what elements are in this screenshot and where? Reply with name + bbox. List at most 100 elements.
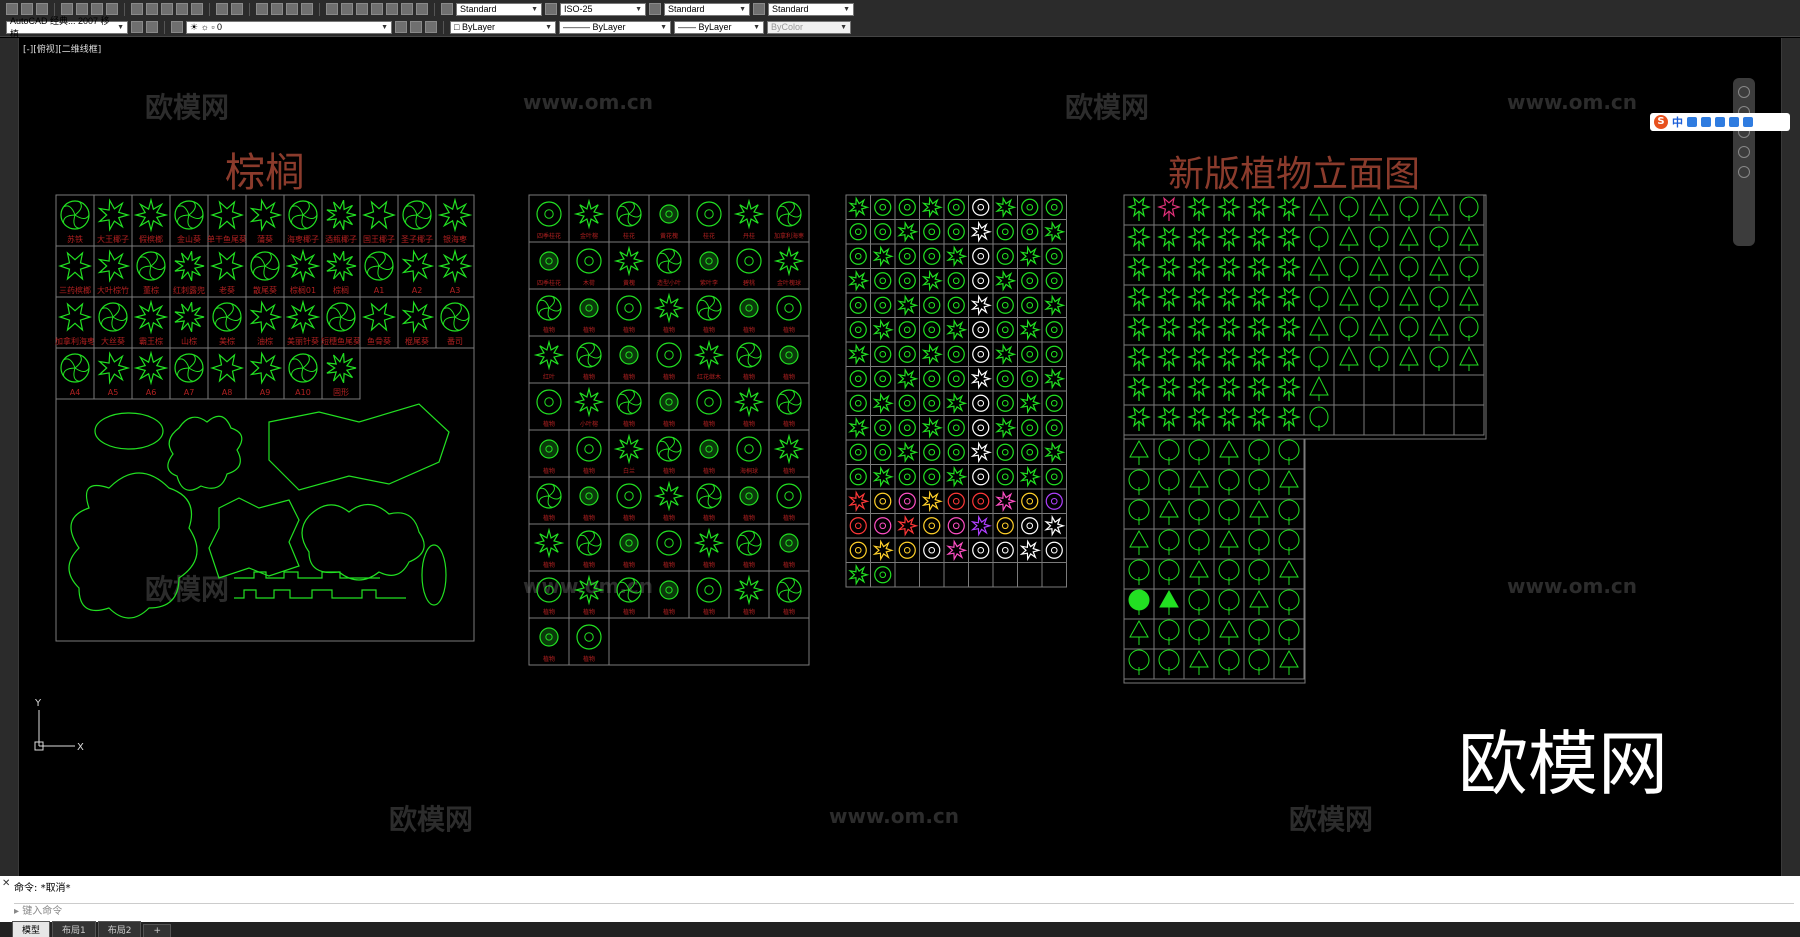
text-style-icon[interactable] [441,3,453,15]
linetype-select[interactable]: ——— ByLayer ▼ [559,20,671,34]
close-icon[interactable]: ✕ [2,878,10,889]
toolbox-icon[interactable] [1743,117,1753,127]
conifer-outline [1459,285,1479,306]
tool-palettes-icon[interactable] [356,3,368,15]
plant-symbol [1044,441,1066,464]
workspace-select[interactable]: AutoCAD 经典... 2007 移植 ▼ [6,16,128,39]
lineweight-select[interactable]: —— ByLayer ▼ [674,20,764,34]
gear-icon[interactable] [131,21,143,33]
undo-icon[interactable] [216,3,228,15]
conifer-outline [1249,499,1269,518]
conifer-outline [1279,469,1299,488]
workspace-settings-icon[interactable] [146,21,158,33]
help-icon[interactable] [416,3,428,15]
showmotion-icon[interactable] [1738,166,1750,178]
text-style-select[interactable]: Standard ▼ [456,2,542,16]
tab-layout1[interactable]: 布局1 [52,921,96,937]
plant-label: 紫叶李 [700,279,718,287]
plant-label: 红叶 [543,373,555,381]
cut-icon[interactable] [131,3,143,15]
make-current-layer-icon[interactable] [395,21,407,33]
plant-symbol [696,389,722,415]
navigation-bar[interactable] [1733,78,1755,246]
grid-cell [1041,562,1067,588]
tab-model[interactable]: 模型 [12,921,51,937]
plant-symbol [1045,321,1063,339]
microphone-icon[interactable] [1701,117,1711,127]
ime-toolbar[interactable]: S 中 [1650,113,1790,131]
table-style-icon[interactable] [649,3,661,15]
plant-core [879,571,887,579]
plant-core [928,375,936,383]
match-properties-icon[interactable] [176,3,188,15]
copy-icon[interactable] [146,3,158,15]
plant-symbol [849,223,867,241]
layer-states-icon[interactable] [425,21,437,33]
design-center-icon[interactable] [341,3,353,15]
pan-icon[interactable] [256,3,268,15]
plant-core [903,497,911,505]
plant-label: 小叶榕 [580,420,598,428]
orbit-icon[interactable] [1738,146,1750,158]
layer-properties-icon[interactable] [171,21,183,33]
command-input[interactable]: ▸ 键入命令 [14,903,1794,919]
add-layout-button[interactable]: + [143,924,172,937]
plant-leaf [188,201,196,216]
table-style-select[interactable]: Standard ▼ [664,2,750,16]
zoom-previous-icon[interactable] [301,3,313,15]
plant-symbol [1044,294,1066,317]
layer-select[interactable]: ☀ ☼ ▫ 0 ▼ [186,20,392,34]
tab-layout2[interactable]: 布局2 [97,921,142,937]
plant-leaf [779,581,790,591]
plant-symbol [946,465,968,488]
plant-symbol [970,514,992,537]
plant-core [744,444,754,454]
keyboard-icon[interactable] [1715,117,1725,127]
chevron-down-icon: ▼ [739,5,746,13]
layer-previous-icon[interactable] [410,21,422,33]
plant-leaf [628,401,642,406]
sheet-set-icon[interactable] [371,3,383,15]
plant-symbol [946,245,968,268]
redo-icon[interactable] [231,3,243,15]
steering-wheel-icon[interactable] [1738,86,1750,98]
quickcalc-icon[interactable] [401,3,413,15]
plant-label: 植物 [783,326,795,334]
dim-style-select[interactable]: ISO-25 ▼ [560,2,646,16]
plant-core [1026,522,1034,530]
plant-symbol [362,200,396,230]
plant-label: 棍尾葵 [405,336,429,346]
plant-core [903,326,911,334]
plant-leaf [738,542,750,551]
skin-icon[interactable] [1729,117,1739,127]
zoom-realtime-icon[interactable] [271,3,283,15]
plant-symbol [996,223,1014,241]
multileader-style-icon[interactable] [753,3,765,15]
plant-symbol [776,295,802,321]
plant-label: 植物 [663,514,675,522]
plant-symbol [653,480,685,512]
tree-crown-outline [1429,346,1449,368]
multileader-style-select[interactable]: Standard ▼ [768,2,854,16]
ime-mode-toggle[interactable]: 中 [1672,114,1683,130]
plant-label: 金叶槐球 [777,279,801,287]
plant-symbol [849,541,867,559]
plant-leaf [302,354,310,369]
markup-icon[interactable] [386,3,398,15]
plant-symbol [947,223,965,241]
properties-icon[interactable] [326,3,338,15]
plant-symbol [776,483,802,509]
plant-core [1050,497,1058,505]
plant-label: 桂花 [703,232,715,240]
zoom-window-icon[interactable] [286,3,298,15]
plant-symbol [779,533,799,553]
color-select[interactable]: □ ByLayer ▼ [450,20,556,34]
plant-core [977,546,985,554]
plant-label: 油棕 [257,336,273,346]
conifer-outline [1189,469,1209,488]
punctuation-icon[interactable] [1687,117,1697,127]
paste-icon[interactable] [161,3,173,15]
dim-style-icon[interactable] [545,3,557,15]
plant-leaf [74,214,90,220]
block-editor-icon[interactable] [191,3,203,15]
